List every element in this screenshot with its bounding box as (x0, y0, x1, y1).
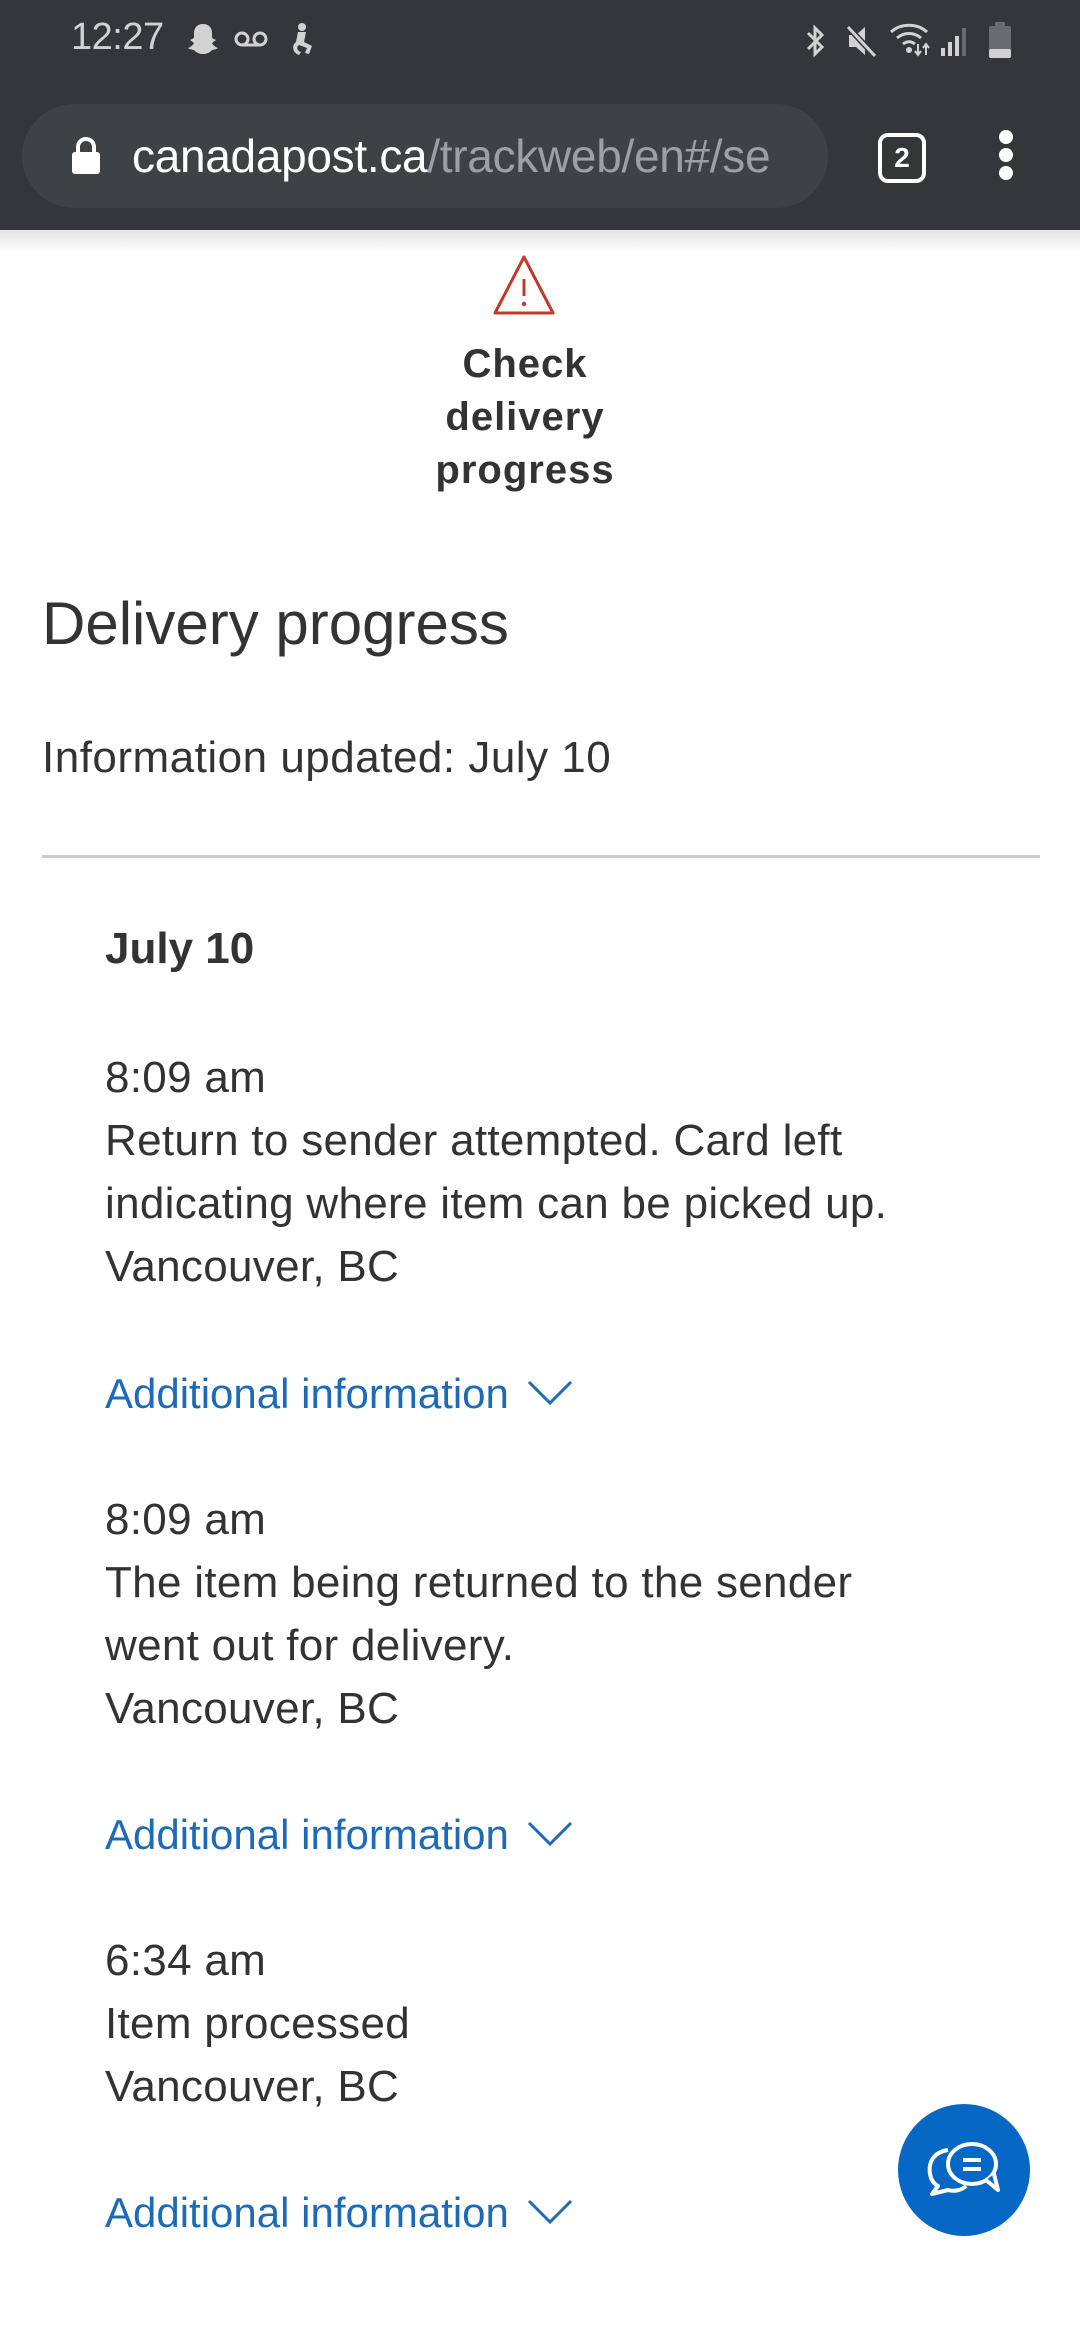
event-description: Item processed (105, 1999, 411, 2048)
event-time: 8:09 am (105, 1053, 267, 1102)
tracking-event: 8:09 am Return to sender attempted. Card… (105, 1046, 985, 1298)
chat-bubbles-icon (927, 2142, 1000, 2196)
additional-information-toggle[interactable]: Additional information (105, 2183, 573, 2243)
event-time: 6:34 am (105, 1936, 267, 1985)
address-bar[interactable]: canadapost.ca/trackweb/en#/se (22, 104, 828, 208)
mute-icon (845, 24, 877, 58)
event-description: Return to sender attempted. Card left (105, 1116, 843, 1165)
section-title: Delivery progress (42, 590, 509, 657)
chevron-down-icon (527, 1380, 572, 1406)
chrome-shadow (0, 230, 1080, 252)
event-description: indicating where item can be picked up. (105, 1179, 888, 1228)
event-description: went out for delivery. (105, 1621, 515, 1670)
additional-information-toggle[interactable]: Additional information (105, 1364, 573, 1424)
chat-button[interactable] (898, 2104, 1030, 2236)
additional-information-label: Additional information (105, 1811, 509, 1858)
signal-icon (941, 28, 966, 56)
additional-information-label: Additional information (105, 2189, 509, 2236)
alert-title-text: Check delivery progress (435, 342, 615, 492)
accessibility-icon (293, 23, 312, 55)
tracking-event: 8:09 am The item being returned to the s… (105, 1488, 985, 1740)
more-vert-icon[interactable] (990, 130, 1022, 180)
event-location: Vancouver, BC (105, 1242, 400, 1291)
additional-information-toggle[interactable]: Additional information (105, 1805, 573, 1865)
chevron-down-icon (527, 1821, 572, 1847)
day-heading: July 10 (105, 924, 255, 973)
event-description: The item being returned to the sender (105, 1558, 853, 1607)
status-time: 12:27 (71, 16, 164, 58)
additional-information-label: Additional information (105, 1370, 509, 1417)
information-updated: Information updated: July 10 (42, 733, 612, 782)
tracking-event: 6:34 am Item processed Vancouver, BC (105, 1929, 985, 2118)
event-location: Vancouver, BC (105, 2062, 400, 2111)
url-text[interactable]: canadapost.ca/trackweb/en#/se (132, 126, 771, 186)
chevron-down-icon (527, 2199, 572, 2225)
event-location: Vancouver, BC (105, 1684, 400, 1733)
battery-icon (989, 22, 1011, 58)
alert-title: Check delivery progress (0, 338, 1050, 497)
url-path: /trackweb/en#/se (427, 130, 771, 182)
tab-switcher-button[interactable]: 2 (878, 133, 926, 183)
browser-chrome: 12:27 canadapost.ca/trackweb/en#/se 2 (0, 0, 1080, 230)
url-domain: canadapost.ca (132, 130, 428, 182)
lock-icon (72, 137, 100, 174)
bluetooth-icon (806, 24, 825, 58)
snapchat-icon (188, 24, 218, 54)
event-time: 8:09 am (105, 1495, 267, 1544)
wifi-icon (889, 23, 930, 57)
divider (42, 855, 1040, 858)
voicemail-icon (234, 31, 268, 47)
warning-icon (493, 255, 555, 315)
